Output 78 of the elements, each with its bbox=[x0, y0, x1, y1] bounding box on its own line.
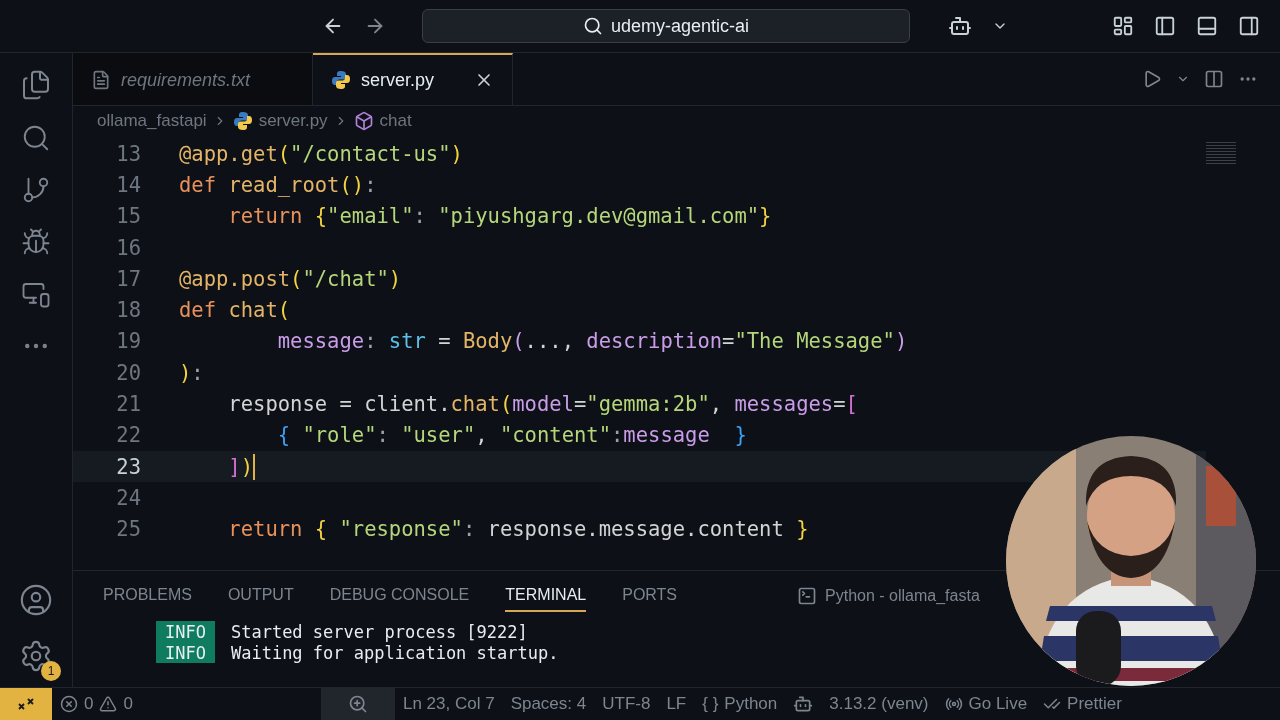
log-message: Started server process [9222] bbox=[230, 621, 528, 642]
code-line: return {"email": "piyushgarg.dev@gmail.com"} bbox=[227, 204, 772, 229]
line-number: 17 bbox=[115, 266, 141, 291]
encoding-status[interactable]: UTF-8 bbox=[594, 694, 659, 714]
code-line: def read_root(): bbox=[179, 172, 377, 197]
code-line: return { "response": response.message.content } bbox=[227, 517, 809, 542]
code-line: @app.get("/contact-us") bbox=[179, 141, 463, 166]
line-number: 23 bbox=[115, 454, 141, 479]
breadcrumb-item[interactable]: ollama_fastapi bbox=[97, 111, 207, 131]
editor-tab[interactable]: requirements.txt bbox=[73, 53, 313, 105]
panel-tab[interactable]: OUTPUT bbox=[227, 580, 294, 612]
warning-icon bbox=[99, 695, 118, 713]
code-line: ): bbox=[179, 360, 204, 385]
terminal-icon bbox=[797, 586, 818, 606]
code-line: @app.post("/chat") bbox=[179, 266, 402, 291]
warning-count: 0 bbox=[123, 694, 133, 714]
line-number: 18 bbox=[115, 298, 141, 323]
line-number: 13 bbox=[115, 141, 141, 166]
prettier-status[interactable]: Prettier bbox=[1035, 694, 1130, 714]
problems-status[interactable]: 0 0 bbox=[52, 694, 141, 714]
error-count: 0 bbox=[84, 694, 94, 714]
python-icon bbox=[331, 70, 351, 90]
prettier-label: Prettier bbox=[1067, 694, 1122, 714]
breadcrumb-item[interactable]: chat bbox=[379, 111, 412, 131]
line-number: 21 bbox=[115, 392, 141, 416]
split-editor-icon[interactable] bbox=[1204, 69, 1224, 89]
cursor-position[interactable]: Ln 23, Col 7 bbox=[394, 694, 503, 714]
code-line: message: str = Body(..., description="The Message") bbox=[276, 329, 908, 354]
language-status[interactable]: { } Python bbox=[694, 694, 786, 714]
search-icon bbox=[582, 16, 603, 36]
search-text: udemy-agentic-ai bbox=[610, 15, 750, 37]
zoom-in-icon bbox=[347, 694, 368, 714]
panel-tab[interactable]: PORTS bbox=[622, 580, 678, 612]
line-number: 22 bbox=[115, 423, 141, 448]
code-line: { "role": "user", "content":message } bbox=[276, 423, 747, 448]
debug-icon[interactable] bbox=[21, 227, 51, 257]
line-number: 24 bbox=[115, 485, 141, 510]
remote-button[interactable] bbox=[0, 688, 52, 720]
run-icon[interactable] bbox=[1142, 69, 1162, 89]
source-control-icon[interactable] bbox=[21, 175, 51, 205]
log-message: Waiting for application startup. bbox=[230, 642, 559, 663]
notification-badge: 1 bbox=[41, 661, 61, 681]
line-number: 19 bbox=[115, 329, 141, 354]
line-number: 20 bbox=[115, 360, 141, 385]
line-number: 16 bbox=[115, 235, 141, 260]
line-number: 14 bbox=[115, 172, 141, 197]
panel-tab[interactable]: PROBLEMS bbox=[103, 580, 192, 612]
panel-tab[interactable]: TERMINAL bbox=[505, 580, 587, 612]
indentation-status[interactable]: Spaces: 4 bbox=[502, 694, 595, 714]
search-icon[interactable] bbox=[21, 123, 51, 153]
account-icon[interactable] bbox=[19, 583, 53, 617]
code-line: ]) bbox=[227, 454, 254, 479]
go-live-label: Go Live bbox=[968, 694, 1028, 714]
line-number: 25 bbox=[115, 517, 141, 542]
terminal-name[interactable]: Python - ollama_fasta bbox=[825, 587, 980, 605]
error-icon bbox=[60, 695, 78, 713]
text-cursor bbox=[253, 453, 256, 480]
breadcrumb-item[interactable]: server.py bbox=[258, 111, 328, 131]
cube-icon bbox=[353, 111, 374, 131]
line-ending-status[interactable]: LF bbox=[658, 694, 695, 714]
panel-tab[interactable]: DEBUG CONSOLE bbox=[329, 580, 470, 612]
log-level: INFO bbox=[156, 621, 215, 642]
editor-tab[interactable]: server.py bbox=[313, 53, 513, 105]
log-level: INFO bbox=[156, 642, 215, 663]
code-line: def chat( bbox=[179, 298, 291, 323]
braces-icon: { } bbox=[702, 694, 719, 714]
broadcast-icon bbox=[944, 695, 963, 713]
zoom-button[interactable] bbox=[320, 688, 395, 720]
explorer-icon[interactable] bbox=[20, 69, 52, 101]
line-number: 15 bbox=[115, 204, 141, 229]
command-search-field[interactable]: udemy-agentic-ai bbox=[422, 9, 910, 43]
interpreter-status[interactable]: 3.13.2 (venv) bbox=[821, 694, 937, 714]
settings-button[interactable] bbox=[19, 639, 53, 673]
python-icon bbox=[232, 111, 253, 131]
code-line: response = client.chat(model="gemma:2b", messages=[ bbox=[227, 392, 858, 416]
language-name: Python bbox=[724, 694, 778, 714]
go-live-button[interactable]: Go Live bbox=[936, 694, 1036, 714]
text-file-icon bbox=[91, 70, 111, 90]
